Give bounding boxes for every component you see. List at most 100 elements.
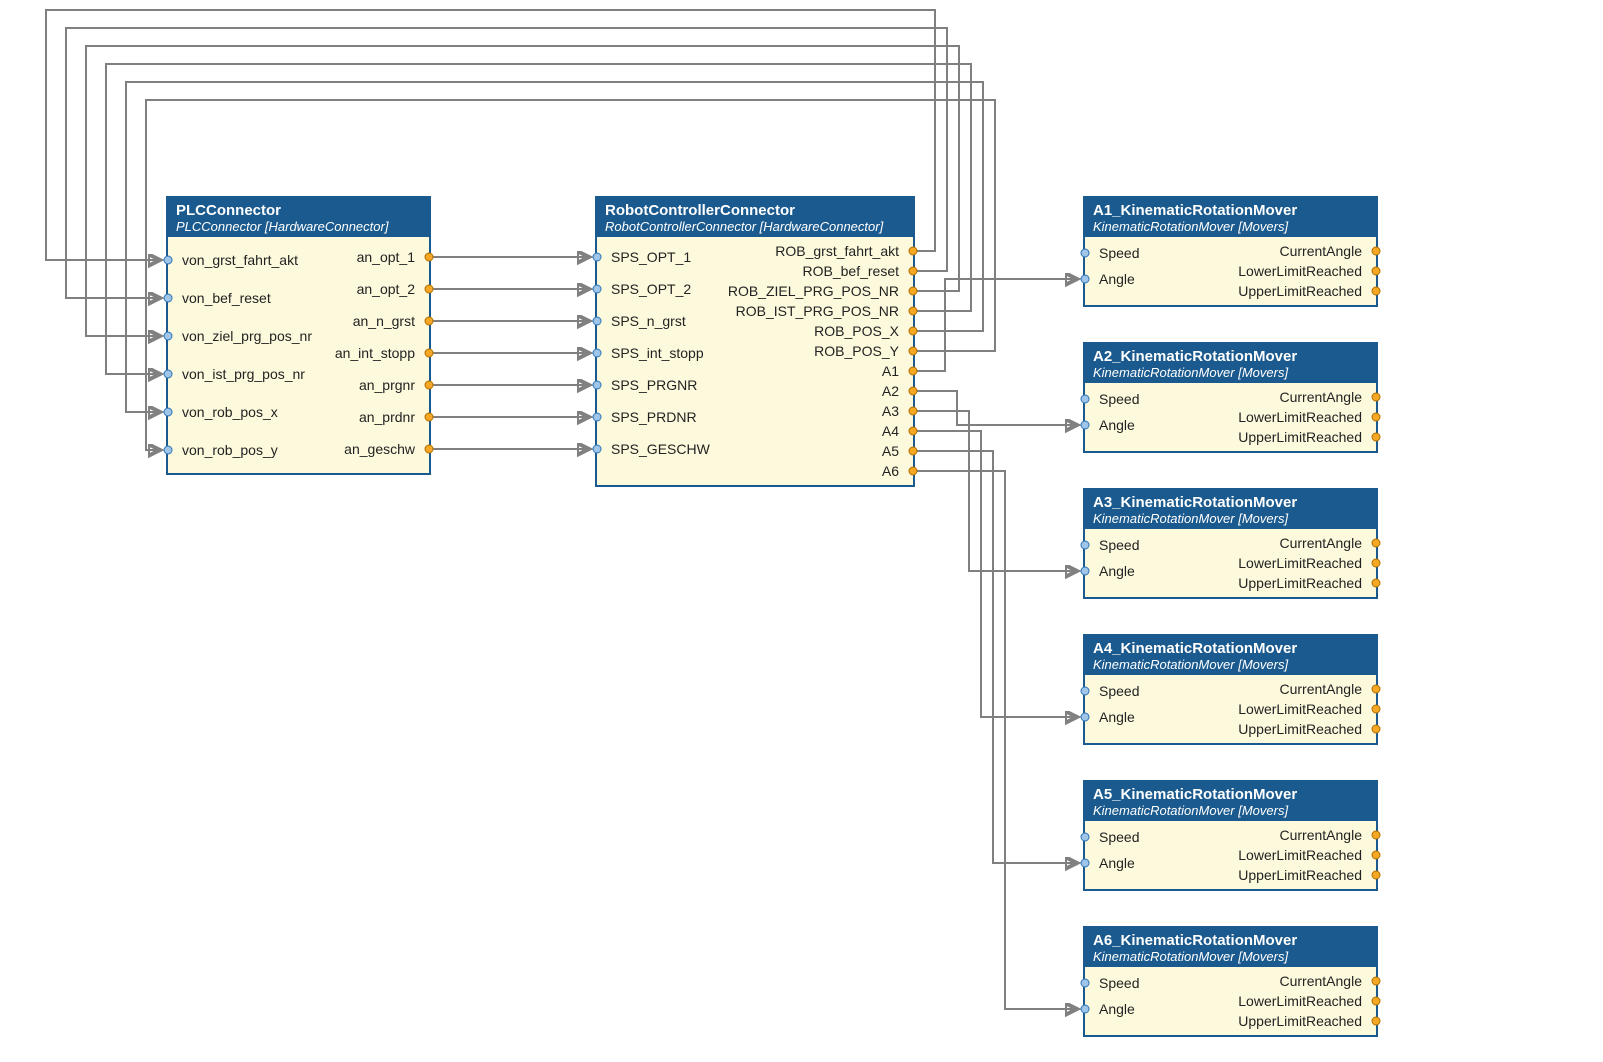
robot-port-a6[interactable]: A6 bbox=[728, 461, 913, 481]
port-dot-icon[interactable] bbox=[593, 413, 602, 422]
port-dot-icon[interactable] bbox=[909, 367, 918, 376]
mover-port-upperlimitreached[interactable]: UpperLimitReached bbox=[1231, 427, 1377, 447]
mover-port-speed[interactable]: Speed bbox=[1085, 241, 1231, 265]
robot-port-sps_prgnr[interactable]: SPS_PRGNR bbox=[597, 369, 728, 401]
port-dot-icon[interactable] bbox=[593, 445, 602, 454]
plc-port-von_ist_prg_pos_nr[interactable]: von_ist_prg_pos_nr bbox=[168, 355, 312, 393]
port-dot-icon[interactable] bbox=[593, 285, 602, 294]
mover-port-angle[interactable]: Angle bbox=[1085, 995, 1231, 1023]
mover-port-speed[interactable]: Speed bbox=[1085, 533, 1231, 557]
port-dot-icon[interactable] bbox=[1372, 433, 1381, 442]
port-dot-icon[interactable] bbox=[1081, 421, 1090, 430]
port-dot-icon[interactable] bbox=[1081, 713, 1090, 722]
mover-port-lowerlimitreached[interactable]: LowerLimitReached bbox=[1231, 699, 1377, 719]
robot-port-a3[interactable]: A3 bbox=[728, 401, 913, 421]
port-dot-icon[interactable] bbox=[1081, 1005, 1090, 1014]
port-dot-icon[interactable] bbox=[1081, 567, 1090, 576]
port-dot-icon[interactable] bbox=[425, 285, 434, 294]
mover-port-currentangle[interactable]: CurrentAngle bbox=[1231, 679, 1377, 699]
robot-port-rob_pos_x[interactable]: ROB_POS_X bbox=[728, 321, 913, 341]
mover-node-2[interactable]: A2_KinematicRotationMover KinematicRotat… bbox=[1083, 342, 1378, 453]
mover-port-upperlimitreached[interactable]: UpperLimitReached bbox=[1231, 1011, 1377, 1031]
port-dot-icon[interactable] bbox=[425, 253, 434, 262]
port-dot-icon[interactable] bbox=[1372, 705, 1381, 714]
mover-port-upperlimitreached[interactable]: UpperLimitReached bbox=[1231, 573, 1377, 593]
mover-port-speed[interactable]: Speed bbox=[1085, 825, 1231, 849]
port-dot-icon[interactable] bbox=[1372, 559, 1381, 568]
port-dot-icon[interactable] bbox=[909, 247, 918, 256]
port-dot-icon[interactable] bbox=[1372, 851, 1381, 860]
port-dot-icon[interactable] bbox=[1372, 267, 1381, 276]
mover-port-lowerlimitreached[interactable]: LowerLimitReached bbox=[1231, 553, 1377, 573]
robot-port-rob_ist_prg_pos_nr[interactable]: ROB_IST_PRG_POS_NR bbox=[728, 301, 913, 321]
port-dot-icon[interactable] bbox=[164, 408, 173, 417]
port-dot-icon[interactable] bbox=[425, 381, 434, 390]
port-dot-icon[interactable] bbox=[1081, 249, 1090, 258]
port-dot-icon[interactable] bbox=[909, 387, 918, 396]
mover-port-speed[interactable]: Speed bbox=[1085, 387, 1231, 411]
mover-port-lowerlimitreached[interactable]: LowerLimitReached bbox=[1231, 991, 1377, 1011]
port-dot-icon[interactable] bbox=[164, 294, 173, 303]
robot-controller-connector-node[interactable]: RobotControllerConnector RobotController… bbox=[595, 196, 915, 487]
mover-node-3[interactable]: A3_KinematicRotationMover KinematicRotat… bbox=[1083, 488, 1378, 599]
port-dot-icon[interactable] bbox=[593, 349, 602, 358]
mover-port-angle[interactable]: Angle bbox=[1085, 849, 1231, 877]
robot-port-rob_ziel_prg_pos_nr[interactable]: ROB_ZIEL_PRG_POS_NR bbox=[728, 281, 913, 301]
port-dot-icon[interactable] bbox=[909, 267, 918, 276]
port-dot-icon[interactable] bbox=[909, 287, 918, 296]
mover-port-speed[interactable]: Speed bbox=[1085, 679, 1231, 703]
plc-port-an_opt_1[interactable]: an_opt_1 bbox=[312, 241, 429, 273]
port-dot-icon[interactable] bbox=[1081, 395, 1090, 404]
mover-port-lowerlimitreached[interactable]: LowerLimitReached bbox=[1231, 845, 1377, 865]
plc-port-an_opt_2[interactable]: an_opt_2 bbox=[312, 273, 429, 305]
robot-port-rob_bef_reset[interactable]: ROB_bef_reset bbox=[728, 261, 913, 281]
mover-port-angle[interactable]: Angle bbox=[1085, 411, 1231, 439]
port-dot-icon[interactable] bbox=[593, 253, 602, 262]
port-dot-icon[interactable] bbox=[1372, 287, 1381, 296]
mover-port-currentangle[interactable]: CurrentAngle bbox=[1231, 971, 1377, 991]
port-dot-icon[interactable] bbox=[1372, 579, 1381, 588]
port-dot-icon[interactable] bbox=[593, 317, 602, 326]
port-dot-icon[interactable] bbox=[1372, 977, 1381, 986]
port-dot-icon[interactable] bbox=[1372, 831, 1381, 840]
port-dot-icon[interactable] bbox=[1372, 871, 1381, 880]
port-dot-icon[interactable] bbox=[1372, 725, 1381, 734]
port-dot-icon[interactable] bbox=[1372, 413, 1381, 422]
port-dot-icon[interactable] bbox=[164, 370, 173, 379]
robot-port-sps_int_stopp[interactable]: SPS_int_stopp bbox=[597, 337, 728, 369]
port-dot-icon[interactable] bbox=[425, 445, 434, 454]
port-dot-icon[interactable] bbox=[425, 317, 434, 326]
mover-port-upperlimitreached[interactable]: UpperLimitReached bbox=[1231, 281, 1377, 301]
plc-port-von_ziel_prg_pos_nr[interactable]: von_ziel_prg_pos_nr bbox=[168, 317, 312, 355]
port-dot-icon[interactable] bbox=[425, 349, 434, 358]
mover-port-angle[interactable]: Angle bbox=[1085, 703, 1231, 731]
robot-port-sps_geschw[interactable]: SPS_GESCHW bbox=[597, 433, 728, 465]
port-dot-icon[interactable] bbox=[1372, 393, 1381, 402]
robot-port-a2[interactable]: A2 bbox=[728, 381, 913, 401]
port-dot-icon[interactable] bbox=[1081, 275, 1090, 284]
robot-port-sps_prdnr[interactable]: SPS_PRDNR bbox=[597, 401, 728, 433]
robot-port-a4[interactable]: A4 bbox=[728, 421, 913, 441]
mover-port-currentangle[interactable]: CurrentAngle bbox=[1231, 387, 1377, 407]
mover-port-upperlimitreached[interactable]: UpperLimitReached bbox=[1231, 865, 1377, 885]
robot-port-rob_pos_y[interactable]: ROB_POS_Y bbox=[728, 341, 913, 361]
port-dot-icon[interactable] bbox=[1081, 979, 1090, 988]
plc-port-an_n_grst[interactable]: an_n_grst bbox=[312, 305, 429, 337]
plc-connector-node[interactable]: PLCConnector PLCConnector [HardwareConne… bbox=[166, 196, 431, 475]
plc-port-an_geschw[interactable]: an_geschw bbox=[312, 433, 429, 465]
mover-port-lowerlimitreached[interactable]: LowerLimitReached bbox=[1231, 261, 1377, 281]
mover-port-speed[interactable]: Speed bbox=[1085, 971, 1231, 995]
mover-node-6[interactable]: A6_KinematicRotationMover KinematicRotat… bbox=[1083, 926, 1378, 1037]
plc-port-von_rob_pos_x[interactable]: von_rob_pos_x bbox=[168, 393, 312, 431]
port-dot-icon[interactable] bbox=[425, 413, 434, 422]
robot-port-sps_opt_2[interactable]: SPS_OPT_2 bbox=[597, 273, 728, 305]
robot-port-rob_grst_fahrt_akt[interactable]: ROB_grst_fahrt_akt bbox=[728, 241, 913, 261]
port-dot-icon[interactable] bbox=[164, 446, 173, 455]
mover-node-5[interactable]: A5_KinematicRotationMover KinematicRotat… bbox=[1083, 780, 1378, 891]
mover-port-currentangle[interactable]: CurrentAngle bbox=[1231, 241, 1377, 261]
port-dot-icon[interactable] bbox=[1372, 997, 1381, 1006]
plc-port-an_prgnr[interactable]: an_prgnr bbox=[312, 369, 429, 401]
port-dot-icon[interactable] bbox=[1372, 685, 1381, 694]
port-dot-icon[interactable] bbox=[909, 327, 918, 336]
port-dot-icon[interactable] bbox=[909, 347, 918, 356]
